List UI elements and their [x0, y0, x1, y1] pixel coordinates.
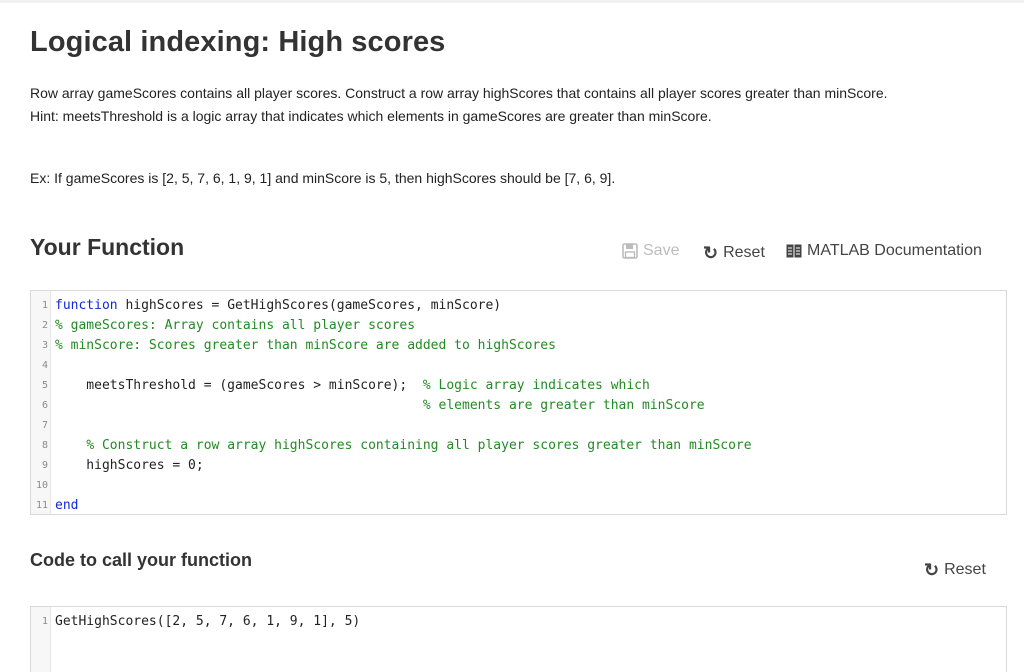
code-line: 9 highScores = 0; [31, 456, 1006, 476]
code-lines: 1 GetHighScores([2, 5, 7, 6, 1, 9, 1], 5) [31, 612, 1006, 632]
code-line: 3 % minScore: Scores greater than minScor… [31, 336, 1006, 356]
rotate-cw-icon: ↻ [924, 560, 940, 580]
code-comment: % elements are greater than minScore [422, 398, 705, 413]
problem-example: Ex: If gameScores is [2, 5, 7, 6, 1, 9, … [30, 170, 616, 186]
top-divider [0, 0, 1024, 3]
problem-description: Row array gameScores contains all player… [30, 85, 888, 101]
code-line: 1 GetHighScores([2, 5, 7, 6, 1, 9, 1], 5) [31, 612, 1006, 632]
your-function-heading: Your Function [30, 234, 185, 260]
code-comment: % gameScores: Array contains all player … [55, 318, 416, 333]
code-line: 7 [31, 416, 1006, 436]
code-comment: % Logic array indicates which [422, 378, 650, 393]
code-line: 4 [31, 356, 1006, 376]
code-text: % elements are greater than minScore [55, 396, 705, 416]
code-line: 1 function highScores = GetHighScores(gam… [31, 296, 1006, 316]
code-text: meetsThreshold = (gameScores > minScore)… [55, 376, 650, 396]
rotate-cw-icon: ↻ [703, 243, 719, 263]
code-keyword: function [55, 298, 118, 313]
call-code-editor[interactable]: 1 GetHighScores([2, 5, 7, 6, 1, 9, 1], 5) [30, 606, 1007, 672]
code-statement: meetsThreshold = (gameScores > minScore)… [55, 378, 423, 393]
code-line: 6 % elements are greater than minScore [31, 396, 1006, 416]
code-keyword: end [55, 498, 79, 513]
book-icon [786, 244, 802, 258]
save-label: Save [643, 242, 680, 259]
code-comment: % minScore: Scores greater than minScore… [55, 338, 556, 353]
save-button[interactable]: Save [622, 242, 679, 260]
line-number: 7 [41, 420, 48, 431]
code-statement [55, 438, 86, 453]
reset-label: Reset [723, 244, 765, 261]
code-text: function highScores = GetHighScores(game… [55, 296, 501, 316]
code-lines: 1 function highScores = GetHighScores(gam… [31, 296, 1006, 516]
floppy-disk-icon [622, 243, 638, 259]
code-text: % gameScores: Array contains all player … [55, 316, 415, 336]
line-number: 5 [41, 380, 48, 391]
code-text: % Construct a row array highScores conta… [55, 436, 752, 456]
code-text: highScores = 0; [55, 456, 204, 476]
line-number: 1 [41, 300, 48, 311]
reset-call-button[interactable]: ↻ Reset [924, 561, 986, 579]
code-line: 10 [31, 476, 1006, 496]
code-statement: highScores = GetHighScores(gameScores, m… [117, 298, 502, 313]
function-code-editor[interactable]: 1 function highScores = GetHighScores(gam… [30, 290, 1007, 515]
code-text: end [55, 496, 78, 516]
code-statement: highScores = 0; [55, 458, 204, 473]
line-number: 8 [41, 440, 48, 451]
line-number: 4 [41, 360, 48, 371]
problem-hint: Hint: meetsThreshold is a logic array th… [30, 108, 712, 124]
line-number: 1 [41, 616, 48, 627]
page-title: Logical indexing: High scores [30, 26, 446, 58]
line-number: 10 [35, 480, 48, 491]
code-statement: GetHighScores([2, 5, 7, 6, 1, 9, 1], 5) [55, 614, 361, 629]
code-comment: % Construct a row array highScores conta… [86, 438, 752, 453]
reset-call-label: Reset [944, 561, 986, 578]
line-number: 9 [41, 460, 48, 471]
matlab-documentation-link[interactable]: MATLAB Documentation [786, 242, 982, 260]
line-number: 11 [35, 500, 48, 511]
code-statement [55, 398, 423, 413]
reset-button[interactable]: ↻ Reset [703, 244, 765, 262]
docs-label: MATLAB Documentation [807, 242, 982, 259]
code-line: 5 meetsThreshold = (gameScores > minScor… [31, 376, 1006, 396]
line-number: 3 [41, 340, 48, 351]
line-number: 2 [41, 320, 48, 331]
call-function-heading: Code to call your function [30, 550, 253, 570]
code-line: 11 end [31, 496, 1006, 516]
line-number: 6 [41, 400, 48, 411]
code-text: GetHighScores([2, 5, 7, 6, 1, 9, 1], 5) [55, 612, 360, 632]
code-line: 8 % Construct a row array highScores con… [31, 436, 1006, 456]
code-text: % minScore: Scores greater than minScore… [55, 336, 556, 356]
code-line: 2 % gameScores: Array contains all player… [31, 316, 1006, 336]
